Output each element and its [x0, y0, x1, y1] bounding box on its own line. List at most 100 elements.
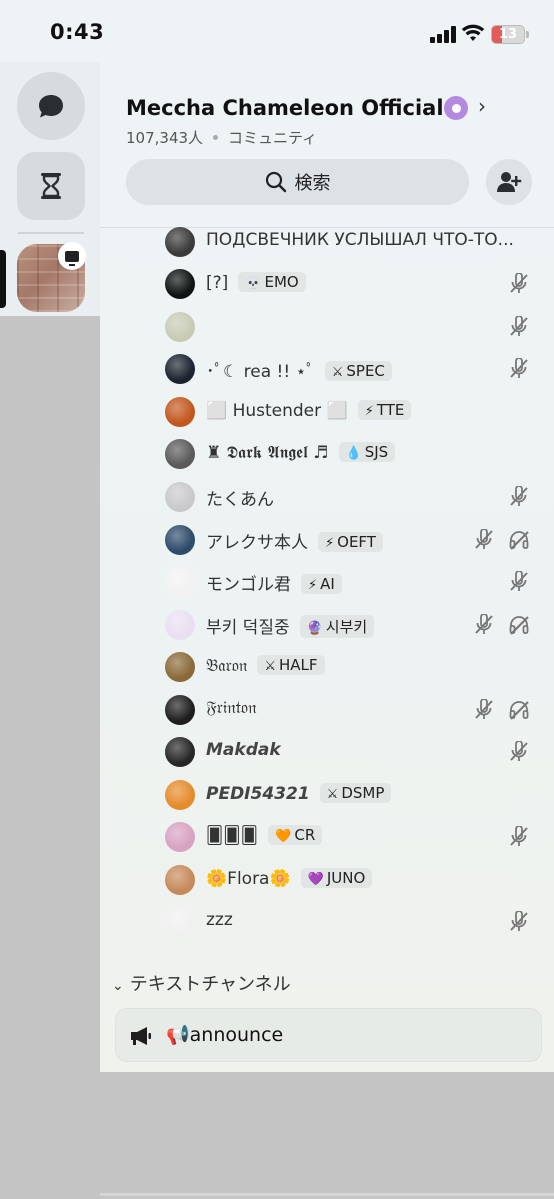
voice-member-row[interactable]: アレクサ本人 ⚡ OEFT — [165, 522, 545, 558]
member-display-name: 🌼Flora🌼 — [206, 869, 291, 889]
avatar[interactable] — [165, 822, 195, 852]
muted-microphone-icon — [508, 315, 530, 338]
tag-icon: ⚡ — [308, 578, 318, 593]
member-display-name: 𝔅𝔞𝔯𝔬𝔫 — [206, 656, 248, 676]
avatar[interactable] — [165, 907, 195, 937]
voice-member-row[interactable]: ПОДСВЕЧНИК УСЛЫШАЛ ЧТО-ТО... — [165, 224, 545, 260]
voice-member-row[interactable]: 𝔅𝔞𝔯𝔬𝔫 ⚔ HALF — [165, 649, 545, 685]
voice-member-row[interactable]: 🂠🂠🂠 🧡 CR — [165, 819, 545, 855]
direct-messages-button[interactable] — [17, 72, 85, 140]
channel-announce[interactable]: 📢announce — [115, 1008, 542, 1062]
avatar[interactable] — [165, 397, 195, 427]
muted-microphone-icon — [473, 698, 495, 721]
announcement-channel-icon — [131, 1027, 151, 1045]
member-display-name: ♜ 𝕯𝖆𝖗𝖐 𝕬𝖓𝖌𝖊𝖑 ♬ — [206, 443, 329, 463]
category-label: テキストチャンネル — [129, 974, 291, 995]
member-display-name: [?] — [206, 273, 229, 293]
avatar[interactable] — [165, 525, 195, 555]
server-title[interactable]: Meccha Chameleon Official — [126, 96, 444, 120]
member-display-name: ･ﾟ☾ rea !! ⋆ﾟ — [206, 362, 315, 382]
member-name: ПОДСВЕЧНИК УСЛЫШАЛ ЧТО-ТО... — [206, 230, 514, 250]
tag-icon: 💀 — [245, 276, 262, 291]
tag-label: AI — [320, 575, 335, 593]
tag-label: DSMP — [341, 784, 385, 802]
voice-member-row[interactable]: Makdak — [165, 734, 545, 770]
member-display-name: 🂠🂠🂠 — [206, 826, 259, 846]
member-name: 𝔅𝔞𝔯𝔬𝔫 ⚔ HALF — [206, 655, 325, 676]
server-tag-badge: 💜 JUNO — [300, 868, 373, 888]
search-icon — [265, 171, 286, 193]
voice-member-row[interactable]: モンゴル君 ⚡ AI — [165, 564, 545, 600]
add-user-icon — [497, 172, 522, 192]
server-panel: Meccha Chameleon Official › 107,343人 コミュニ… — [100, 62, 554, 1072]
member-name: 🂠🂠🂠 🧡 CR — [206, 825, 323, 846]
member-name: 🌼Flora🌼 💜 JUNO — [206, 868, 373, 889]
member-display-name: 𝔉𝔯𝔦𝔫𝔱𝔬𝔫 — [206, 698, 257, 718]
voice-member-row[interactable]: zzz — [165, 904, 545, 940]
battery-tip — [526, 31, 529, 38]
avatar[interactable] — [165, 439, 195, 469]
deafened-headphones-icon — [508, 529, 530, 551]
battery-level: 13 — [498, 27, 518, 42]
search-button[interactable]: 検索 — [126, 159, 469, 205]
muted-microphone-icon — [508, 272, 530, 295]
tag-icon: 🧡 — [275, 829, 292, 844]
search-label: 検索 — [294, 173, 331, 194]
tag-icon: ⚡ — [364, 404, 374, 419]
avatar[interactable] — [165, 482, 195, 512]
server-tag-badge: 💧 SJS — [338, 442, 396, 462]
avatar[interactable] — [165, 780, 195, 810]
voice-member-row[interactable]: ･ﾟ☾ rea !! ⋆ﾟ ⚔ SPEC — [165, 351, 545, 387]
voice-member-row[interactable] — [165, 309, 545, 345]
voice-member-row[interactable]: 🌼Flora🌼 💜 JUNO — [165, 862, 545, 898]
chevron-right-icon[interactable]: › — [478, 94, 486, 118]
server-tag-badge: ⚔ HALF — [257, 655, 325, 675]
server-type: コミュニティ — [228, 129, 318, 147]
tag-icon: 💧 — [345, 446, 362, 461]
hourglass-button[interactable] — [17, 152, 85, 220]
tag-icon: ⚔ — [331, 365, 344, 380]
avatar[interactable] — [165, 312, 195, 342]
selected-server-indicator — [0, 250, 6, 308]
voice-member-row[interactable]: ⬜ Hustender ⬜ ⚡ TTE — [165, 394, 545, 430]
tag-icon: ⚔ — [326, 787, 339, 802]
battery-icon: 13 — [491, 25, 525, 44]
member-name: Makdak — [206, 740, 281, 760]
avatar[interactable] — [165, 865, 195, 895]
tag-icon: 💜 — [307, 872, 324, 887]
avatar[interactable] — [165, 354, 195, 384]
deafened-headphones-icon — [508, 699, 530, 721]
avatar[interactable] — [165, 695, 195, 725]
member-name: PEDI54321 ⚔ DSMP — [206, 783, 392, 804]
voice-member-row[interactable]: 부키 덕질중 🔮 시부키 — [165, 607, 545, 643]
invite-members-button[interactable] — [486, 159, 532, 205]
voice-member-row[interactable]: 𝔉𝔯𝔦𝔫𝔱𝔬𝔫 — [165, 692, 545, 728]
member-name: ♜ 𝕯𝖆𝖗𝖐 𝕬𝖓𝖌𝖊𝖑 ♬ 💧 SJS — [206, 442, 396, 463]
avatar[interactable] — [165, 269, 195, 299]
avatar[interactable] — [165, 567, 195, 597]
avatar[interactable] — [165, 737, 195, 767]
tag-label: SPEC — [346, 362, 385, 380]
voice-member-row[interactable]: ♜ 𝕯𝖆𝖗𝖐 𝕬𝖓𝖌𝖊𝖑 ♬ 💧 SJS — [165, 436, 545, 472]
avatar[interactable] — [165, 652, 195, 682]
server-rail — [0, 62, 100, 316]
avatar[interactable] — [165, 227, 195, 257]
voice-member-row[interactable]: PEDI54321 ⚔ DSMP — [165, 777, 545, 813]
tag-label: JUNO — [326, 869, 366, 887]
server-tag-badge: ⚡ OEFT — [318, 532, 383, 552]
avatar[interactable] — [165, 610, 195, 640]
channel-name: 📢announce — [166, 1024, 284, 1046]
bottom-divider — [100, 1193, 554, 1196]
muted-microphone-icon — [508, 740, 530, 763]
voice-member-row[interactable]: [?] 💀 EMO — [165, 266, 545, 302]
server-tag-badge: ⚔ SPEC — [324, 361, 392, 381]
tag-label: SJS — [364, 443, 389, 461]
tag-label: CR — [294, 826, 316, 844]
rail-divider — [18, 232, 84, 234]
voice-member-row[interactable]: たくあん — [165, 479, 545, 515]
member-name: アレクサ本人 ⚡ OEFT — [206, 528, 383, 553]
category-text-channels[interactable]: ⌄ テキストチャンネル — [112, 970, 291, 996]
server-tag-badge: ⚔ DSMP — [319, 783, 392, 803]
member-display-name: zzz — [206, 910, 233, 930]
muted-microphone-icon — [508, 485, 530, 508]
